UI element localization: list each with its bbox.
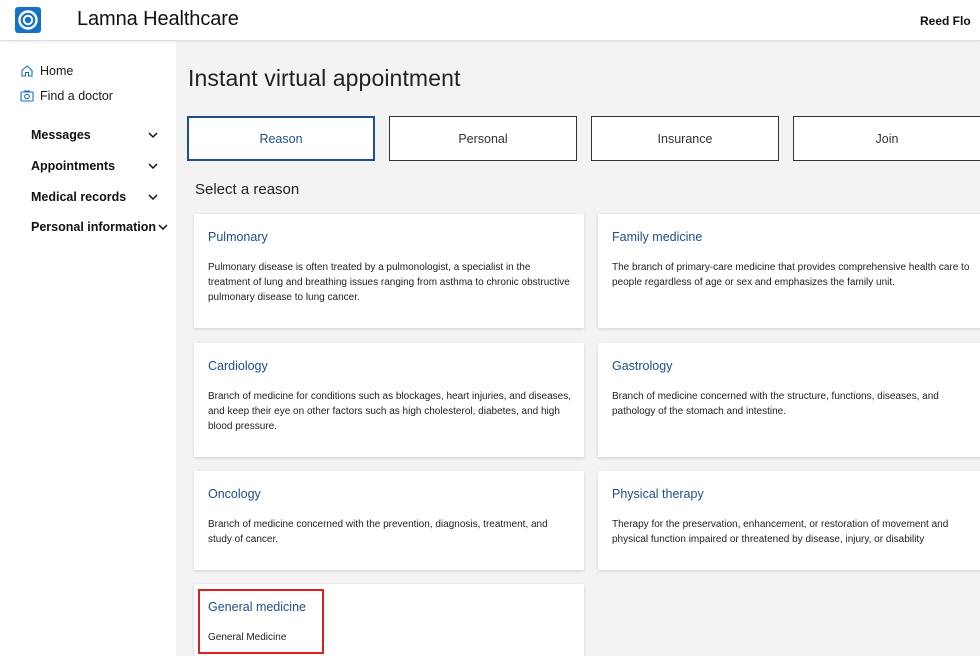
main-content: Instant virtual appointment Reason Perso… — [176, 41, 980, 656]
sidebar-group-personal-information[interactable]: Personal information — [31, 218, 171, 236]
sidebar-group-label: Medical records — [31, 190, 127, 204]
card-title: Physical therapy — [612, 487, 704, 501]
card-description: Therapy for the preservation, enhancemen… — [612, 519, 949, 545]
card-title: Cardiology — [208, 359, 268, 373]
home-icon — [20, 64, 34, 78]
reason-card-physical-therapy[interactable]: Physical therapy Therapy for the preserv… — [598, 471, 980, 570]
camera-icon — [20, 89, 34, 103]
sidebar-group-label: Appointments — [31, 159, 116, 173]
card-title: General medicine — [208, 600, 306, 614]
chevron-down-icon — [147, 129, 159, 141]
chevron-down-icon — [147, 160, 159, 172]
sidebar: Home Find a doctor Messages Appointments… — [0, 41, 176, 656]
sidebar-group-label: Personal information — [31, 220, 157, 234]
sidebar-link-home[interactable]: Home — [20, 63, 73, 79]
card-title: Family medicine — [612, 230, 703, 244]
card-title: Oncology — [208, 487, 261, 501]
sidebar-link-label: Find a doctor — [40, 89, 113, 103]
tab-insurance[interactable]: Insurance — [591, 116, 779, 161]
chevron-down-icon — [147, 191, 159, 203]
reason-card-gastrology[interactable]: Gastrology Branch of medicine concerned … — [598, 343, 980, 457]
card-description: General Medicine — [208, 632, 287, 643]
card-title: Pulmonary — [208, 230, 268, 244]
sidebar-group-label: Messages — [31, 128, 91, 142]
tab-reason[interactable]: Reason — [187, 116, 375, 161]
card-description: Branch of medicine concerned with the pr… — [208, 519, 548, 545]
card-description: Branch of medicine concerned with the st… — [612, 391, 939, 417]
sidebar-group-appointments[interactable]: Appointments — [31, 157, 171, 175]
chevron-down-icon — [157, 221, 169, 233]
card-description: Pulmonary disease is often treated by a … — [208, 262, 570, 303]
reason-card-cardiology[interactable]: Cardiology Branch of medicine for condit… — [194, 343, 584, 457]
sidebar-link-label: Home — [40, 64, 74, 78]
sidebar-link-find-a-doctor[interactable]: Find a doctor — [20, 88, 113, 104]
reason-card-pulmonary[interactable]: Pulmonary Pulmonary disease is often tre… — [194, 214, 584, 328]
page-title: Instant virtual appointment — [188, 65, 461, 91]
card-title: Gastrology — [612, 359, 673, 373]
sidebar-group-medical-records[interactable]: Medical records — [31, 188, 171, 206]
tab-join[interactable]: Join — [793, 116, 980, 161]
card-description: Branch of medicine for conditions such a… — [208, 391, 571, 432]
reason-card-oncology[interactable]: Oncology Branch of medicine concerned wi… — [194, 471, 584, 570]
section-title: Select a reason — [195, 181, 300, 198]
user-name[interactable]: Reed Flo — [920, 14, 980, 28]
sidebar-group-messages[interactable]: Messages — [31, 126, 171, 144]
tab-personal[interactable]: Personal — [389, 116, 577, 161]
reason-card-general-medicine[interactable]: General medicine General Medicine — [194, 584, 584, 656]
top-bar: Lamna Healthcare Reed Flo — [0, 0, 980, 41]
lamna-logo-icon[interactable] — [15, 7, 41, 33]
reason-card-family-medicine[interactable]: Family medicine The branch of primary-ca… — [598, 214, 980, 328]
brand-name: Lamna Healthcare — [77, 8, 239, 30]
card-description: The branch of primary-care medicine that… — [612, 262, 970, 288]
